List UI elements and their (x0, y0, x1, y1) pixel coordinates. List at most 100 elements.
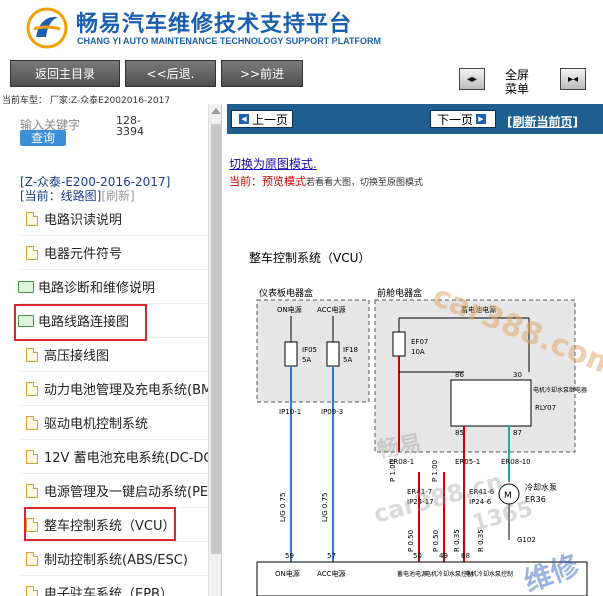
pin-49: 49 (439, 552, 448, 560)
preview-mode-line: 当前：预览模式若看看大图，切换至原图模式 (229, 173, 423, 189)
search-button[interactable]: 查询 (20, 130, 66, 146)
expand-icon[interactable]: ▸◂ (560, 68, 586, 90)
scroll-thumb[interactable] (211, 124, 221, 554)
conn-er41-6: ER41-6 (469, 488, 495, 496)
next-page-button[interactable]: 下一页 ▶ (430, 110, 496, 128)
scroll-up-icon[interactable] (211, 108, 221, 114)
tree-item[interactable]: 高压接线图 (18, 338, 208, 372)
wire6-label: R 0.35 (453, 529, 461, 552)
wiring-diagram: 整车控制系统（VCU） 仪表板电器盒 ON电源 ACC电源 IF05 5A IF… (239, 232, 603, 596)
fuse3-symbol (392, 331, 406, 357)
refresh-page-link[interactable]: [刷新当前页] (507, 113, 578, 130)
vcu-connector (256, 561, 588, 596)
wire7-label: P 0.50 (432, 530, 440, 552)
document-icon (26, 449, 38, 464)
tree-item[interactable]: 电路诊断和维修说明 (18, 270, 208, 304)
tree-item-label: 电路识读说明 (44, 213, 123, 228)
bottom-acc-power: ACC电源 (317, 569, 345, 578)
fuse1-symbol (284, 341, 298, 367)
menu-text: 菜单 (505, 82, 530, 96)
wire3-label: P 1.00 (389, 460, 397, 482)
wire2-label: L/G 0.75 (321, 493, 329, 523)
conn-er08-10: ER08-10 (501, 458, 531, 466)
path-refresh-link[interactable]: [刷新] (101, 189, 134, 203)
pin-86: 86 (455, 371, 464, 379)
battery-power-label: 蓄电池电源 (461, 305, 496, 314)
document-icon (26, 585, 38, 596)
folder-icon (18, 280, 34, 293)
pin-87: 87 (513, 429, 522, 437)
page-navbar: ◀ 上一页 下一页 ▶ [刷新当前页] (227, 104, 603, 134)
tree-item[interactable]: 动力电池管理及充电系统(BM (18, 372, 208, 406)
logo-icon (26, 7, 68, 49)
tree-item[interactable]: 制动控制系统(ABS/ESC) (18, 542, 208, 576)
left-panel: 输入关键字 查询 128- 3394 [Z-众泰-E200-2016-2017]… (0, 104, 222, 596)
diagram-title: 整车控制系统（VCU） (249, 250, 370, 265)
wire8-label: R 0.35 (477, 529, 485, 552)
preview-note: 若看看大图，切换至原图模式 (306, 178, 424, 188)
fuse2-amp: 5A (343, 356, 352, 364)
box2-title: 前舱电器盒 (377, 287, 422, 299)
tree-item-label: 驱动电机控制系统 (44, 417, 149, 432)
tree-item-label: 动力电池管理及充电系统(BM (44, 383, 208, 398)
fullscreen-text: 全屏 (505, 68, 530, 82)
highlight-box-vcu (24, 507, 176, 541)
tree-item-label: 电器元件符号 (44, 247, 123, 262)
document-icon (26, 347, 38, 362)
tree-item[interactable]: 驱动电机控制系统 (18, 406, 208, 440)
tree-item-label: 电子驻车系统（EPB） (44, 587, 173, 596)
switch-mode-link[interactable]: 切换为原图模式. (229, 155, 317, 172)
collapse-left-icon[interactable]: ◂▸ (459, 68, 485, 90)
tree-item-label: 12V 蓄电池充电系统(DC-DC) (44, 451, 208, 466)
ground-label: G102 (517, 536, 536, 544)
relay-id: RLY07 (535, 404, 556, 412)
pin-50: 50 (413, 552, 422, 560)
tree-item[interactable]: 电源管理及一键启动系统(PE (18, 474, 208, 508)
back-button[interactable]: <<后退. (125, 60, 216, 87)
current-label: 当前： (229, 175, 262, 188)
brand-subtitle: CHANG YI AUTO MAINTENANCE TECHNOLOGY SUP… (77, 36, 382, 46)
tree-item-label: 电源管理及一键启动系统(PE (44, 485, 208, 500)
box1-title: 仪表板电器盒 (259, 287, 313, 299)
relay-label: 电机冷却水泵继电器 (533, 386, 587, 394)
tree-item[interactable]: 电器元件符号 (18, 236, 208, 270)
wire1-label: L/G 0.75 (279, 493, 287, 523)
fuse1-id: IF05 (302, 346, 317, 354)
tree-item[interactable]: 电路识读说明 (18, 202, 208, 236)
tree-item[interactable]: 电子驻车系统（EPB） (18, 576, 208, 596)
pump-motor-m: M (504, 491, 512, 501)
document-icon (26, 415, 38, 430)
pump-label: 冷却水泵 (525, 482, 557, 492)
pin-68: 68 (461, 552, 470, 560)
highlight-box-folder (14, 304, 147, 341)
pump-id: ER36 (525, 495, 546, 504)
result-count: 128- 3394 (116, 115, 144, 137)
on-power-label: ON电源 (277, 305, 302, 314)
document-icon (26, 483, 38, 498)
conn-ip09-3: IP09-3 (321, 408, 343, 416)
home-button[interactable]: 返回主目录 (10, 60, 120, 87)
fuse3-id: EF07 (411, 338, 428, 346)
tree-item[interactable]: 12V 蓄电池充电系统(DC-DC) (18, 440, 208, 474)
header: 畅易汽车维修技术支持平台 CHANG YI AUTO MAINTENANCE T… (0, 0, 603, 56)
pin-57: 57 (327, 552, 336, 560)
breadcrumb: [Z-众泰-E200-2016-2017] [当前：线路图][刷新] (20, 175, 170, 203)
document-icon (26, 245, 38, 260)
count-line2: 3394 (116, 125, 144, 138)
prev-page-button[interactable]: ◀ 上一页 (231, 110, 293, 128)
tree-item-label: 制动控制系统(ABS/ESC) (44, 553, 188, 568)
right-panel: ◀ 上一页 下一页 ▶ [刷新当前页] 切换为原图模式. 当前：预览模式若看看大图，… (227, 104, 603, 596)
conn-ip10-1: IP10-1 (279, 408, 301, 416)
pin-59: 59 (285, 552, 294, 560)
tree-item-label: 电路诊断和维修说明 (38, 281, 156, 296)
bottom-pump-control-2: 电机冷却水泵控制 (465, 570, 513, 578)
forward-button[interactable]: >>前进 (221, 60, 303, 87)
bottom-battery-power: 蓄电池电源 (397, 570, 427, 578)
brand-title: 畅易汽车维修技术支持平台 (76, 12, 353, 37)
preview-mode-label: 预览模式 (262, 175, 306, 188)
tree-item-label: 高压接线图 (44, 349, 110, 364)
fullscreen-menu-label[interactable]: 全屏 菜单 (505, 68, 529, 96)
scrollbar[interactable] (208, 104, 221, 596)
next-label: 下一页 (436, 112, 473, 127)
document-icon (26, 551, 38, 566)
